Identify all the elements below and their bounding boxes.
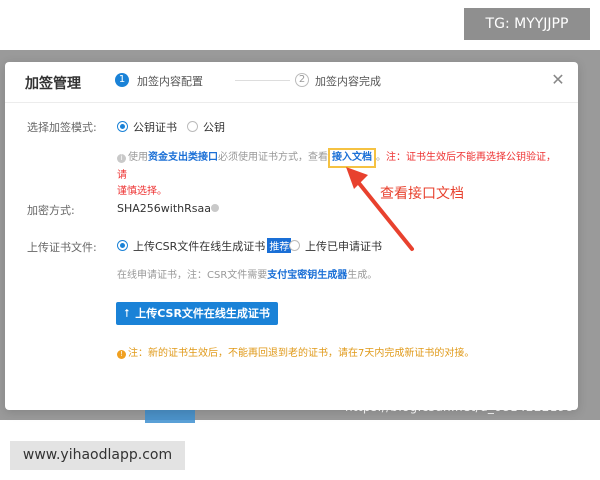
site-watermark-badge: www.yihaodlapp.com: [10, 441, 185, 470]
step-2-label: 加签内容完成: [315, 75, 381, 88]
blog-watermark: https://blog.csdn.net/u_0814222198: [345, 400, 574, 414]
note-text: 生成。: [347, 270, 378, 281]
dialog-title: 加签管理: [25, 76, 81, 92]
upload-cert-note: 在线申请证书，注：CSR文件需要支付宝密钥生成器生成。: [117, 268, 562, 284]
fund-api-link[interactable]: 资金支出类接口: [148, 152, 218, 163]
note-text: 在线申请证书，注：CSR文件需要: [117, 270, 268, 281]
encryption-value: SHA256withRsaa: [117, 202, 219, 215]
radio-public-key[interactable]: 公钥: [187, 119, 225, 135]
info-text: 使用: [128, 152, 148, 163]
radio-label: 上传CSR文件在线生成证书: [133, 240, 266, 253]
close-icon[interactable]: ✕: [550, 72, 566, 88]
upload-icon: ⭡: [124, 307, 130, 320]
upload-cert-label: 上传证书文件:: [27, 241, 97, 254]
radio-upload-csr[interactable]: 上传CSR文件在线生成证书 推荐: [117, 238, 292, 254]
upload-csr-button[interactable]: ⭡ 上传CSR文件在线生成证书: [116, 302, 278, 325]
button-label: 上传CSR文件在线生成证书: [135, 307, 270, 320]
dialog-header: 加签管理 1 加签内容配置 2 加签内容完成 ✕: [5, 62, 578, 103]
annotation-arrow-icon: [346, 167, 414, 251]
step-connector: [235, 80, 290, 81]
key-generator-link[interactable]: 支付宝密钥生成器: [267, 270, 347, 281]
cert-rollback-warning: ! 注：新的证书生效后，不能再回退到老的证书，请在7天内完成新证书的对接。: [117, 344, 474, 359]
encryption-text: SHA256withRsaa: [117, 202, 211, 215]
radio-label: 公钥证书: [133, 121, 177, 134]
signing-management-dialog: 加签管理 1 加签内容配置 2 加签内容完成 ✕ 选择加签模式: 公钥证书 公钥…: [5, 62, 578, 410]
step-2-number: 2: [295, 73, 309, 87]
help-icon[interactable]: [210, 204, 219, 212]
info-text: 必须使用证书方式，查看: [218, 152, 328, 163]
info-text: 。: [376, 152, 386, 163]
radio-unchecked-icon: [289, 240, 300, 251]
radio-unchecked-icon: [187, 121, 198, 132]
info-icon: i: [117, 154, 126, 163]
step-1-number: 1: [115, 73, 129, 87]
sign-mode-label: 选择加签模式:: [27, 121, 97, 134]
tg-watermark-badge: TG: MYYJJPP: [464, 8, 590, 40]
cert-warning-cont: 谨慎选择。: [117, 186, 167, 197]
radio-checked-icon: [117, 240, 128, 251]
recommend-badge: 推荐: [267, 238, 292, 253]
step-indicator: 1 加签内容配置 2 加签内容完成: [115, 72, 415, 92]
radio-checked-icon: [117, 121, 128, 132]
warning-text: 注：新的证书生效后，不能再回退到老的证书，请在7天内完成新证书的对接。: [128, 348, 475, 359]
radio-public-key-cert[interactable]: 公钥证书: [117, 119, 177, 135]
encryption-label: 加密方式:: [27, 204, 75, 217]
step-1-label: 加签内容配置: [137, 75, 203, 88]
annotation-view-doc: 查看接口文档: [380, 186, 464, 202]
warning-icon: !: [117, 350, 126, 359]
radio-label: 公钥: [203, 121, 225, 134]
